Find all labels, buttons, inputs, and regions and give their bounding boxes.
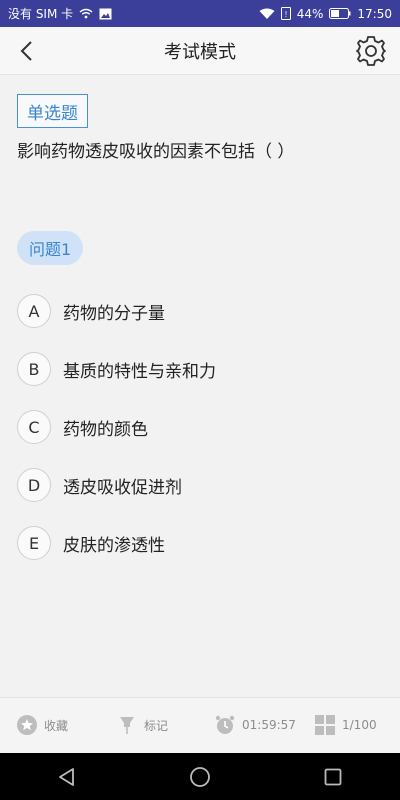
- option-text: 药物的分子量: [63, 303, 165, 324]
- mark-label: 标记: [144, 718, 169, 733]
- system-back-button[interactable]: [47, 757, 87, 797]
- battery-icon: [329, 8, 351, 19]
- favorite-button[interactable]: 收藏: [16, 714, 68, 736]
- svg-text:!: !: [285, 10, 287, 19]
- option-letter: C: [17, 410, 51, 444]
- pin-icon: [116, 714, 138, 736]
- square-recents-icon: [324, 768, 342, 785]
- clock-text: 17:50: [357, 6, 392, 21]
- page-title: 考试模式: [164, 41, 236, 63]
- grid-icon: [314, 714, 336, 736]
- bottom-toolbar: 收藏 标记 01:59:57 1/100: [0, 697, 400, 753]
- chevron-left-icon: [20, 41, 32, 61]
- mark-button[interactable]: 标记: [116, 714, 168, 736]
- option-b[interactable]: B 基质的特性与亲和力: [17, 349, 377, 389]
- option-text: 皮肤的渗透性: [63, 535, 165, 556]
- option-letter: A: [17, 294, 51, 328]
- option-text: 透皮吸收促进剂: [63, 477, 182, 498]
- question-grid-button[interactable]: 1/100: [314, 714, 377, 736]
- system-home-button[interactable]: [180, 757, 220, 797]
- circle-home-icon: [190, 766, 210, 787]
- star-icon: [16, 714, 38, 736]
- gear-icon: [356, 36, 386, 66]
- question-content: 单选题 影响药物透皮吸收的因素不包括（ ） 问题1 A 药物的分子量 B 基质的…: [0, 75, 400, 697]
- option-letter: D: [17, 468, 51, 502]
- question-number-badge: 问题1: [17, 231, 84, 265]
- nav-bar: 考试模式: [0, 27, 400, 75]
- system-nav-bar: [0, 753, 400, 800]
- question-text: 影响药物透皮吸收的因素不包括（ ）: [17, 142, 295, 162]
- settings-button[interactable]: [354, 34, 388, 68]
- option-a[interactable]: A 药物的分子量: [17, 291, 377, 331]
- option-text: 药物的颜色: [63, 419, 148, 440]
- system-recents-button[interactable]: [313, 757, 353, 797]
- battery-percent: 44%: [296, 6, 324, 21]
- alarm-clock-icon: [214, 714, 236, 736]
- timer: 01:59:57: [214, 714, 296, 736]
- status-bar: 没有 SIM 卡 ! 44% 17:50: [0, 0, 400, 27]
- progress-text: 1/100: [342, 718, 377, 732]
- wifi-icon: [79, 8, 93, 19]
- question-type-tag: 单选题: [17, 94, 88, 128]
- wifi-signal-icon: [259, 8, 275, 20]
- option-text: 基质的特性与亲和力: [63, 361, 216, 382]
- option-d[interactable]: D 透皮吸收促进剂: [17, 465, 377, 505]
- image-icon: [99, 8, 112, 20]
- option-e[interactable]: E 皮肤的渗透性: [17, 523, 377, 563]
- favorite-label: 收藏: [44, 718, 69, 733]
- carrier-text: 没有 SIM 卡: [8, 7, 74, 21]
- option-c[interactable]: C 药物的颜色: [17, 407, 377, 447]
- option-letter: E: [17, 526, 51, 560]
- sim-icon: !: [280, 7, 291, 20]
- triangle-back-icon: [58, 767, 74, 786]
- option-letter: B: [17, 352, 51, 386]
- timer-text: 01:59:57: [242, 718, 296, 732]
- back-button[interactable]: [12, 37, 40, 65]
